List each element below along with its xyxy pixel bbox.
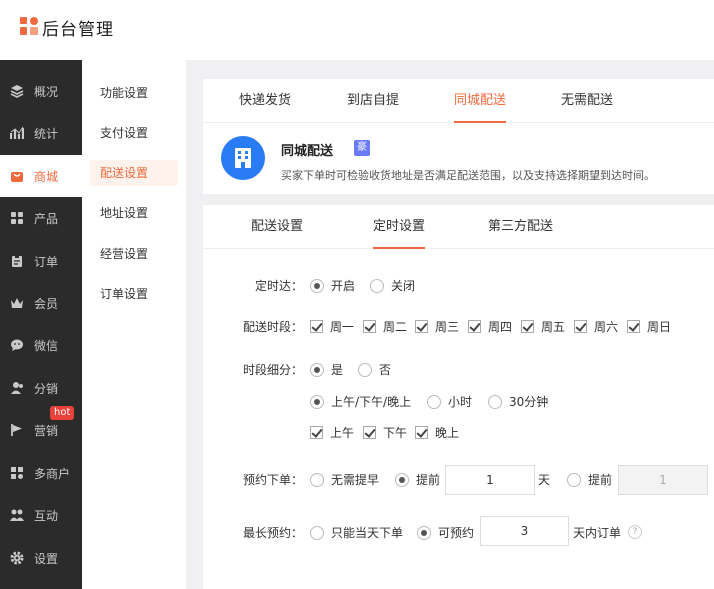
submenu-item-delivery[interactable]: 配送设置	[90, 160, 178, 186]
split-label: 时段细分：	[242, 363, 303, 377]
sidebar-item-products[interactable]: 产品	[0, 197, 82, 239]
timed-off-radio[interactable]: 关闭	[370, 277, 415, 294]
period-morning-checkbox[interactable]: 上午	[310, 424, 354, 441]
submenu-item-order[interactable]: 订单设置	[90, 281, 178, 307]
hot-badge: hot	[50, 406, 75, 420]
tab-same-city[interactable]: 同城配送	[454, 79, 507, 123]
sidebar-item-settings[interactable]: 设置	[0, 537, 82, 579]
active-tab-underline	[373, 247, 426, 249]
chart-icon	[10, 126, 24, 140]
tab-timed-settings[interactable]: 定时设置	[373, 205, 426, 249]
settings-card: 配送设置 定时设置 第三方配送 定时达： 开启 关闭 配送时段： 周一 周二 周…	[203, 205, 714, 589]
app-title: 后台管理	[42, 20, 114, 40]
service-title: 同城配送	[281, 144, 334, 159]
sidebar-item-wechat[interactable]: 微信	[0, 324, 82, 366]
grid-icon	[10, 211, 24, 225]
longest-label: 最长预约：	[242, 526, 303, 540]
day-sun-checkbox[interactable]: 周日	[627, 318, 671, 335]
timed-label: 定时达：	[254, 279, 303, 293]
sidebar-item-label: 产品	[34, 211, 59, 226]
period-afternoon-checkbox[interactable]: 下午	[363, 424, 407, 441]
granularity-ampm-radio[interactable]: 上午/下午/晚上	[310, 393, 411, 410]
main-sidebar: 概况 统计 商城 产品 订单 会员 微信 分销 营销 多商户 互动 设置	[0, 60, 82, 589]
sidebar-item-label: 微信	[34, 338, 59, 353]
advance-days-radio[interactable]: 提前	[395, 471, 440, 488]
sidebar-item-label: 设置	[34, 551, 59, 566]
days-label: 配送时段：	[242, 320, 303, 334]
advance-other-radio[interactable]: 提前	[567, 471, 612, 488]
day-wed-checkbox[interactable]: 周三	[415, 318, 459, 335]
advance-label: 预约下单：	[242, 473, 303, 487]
split-yes-radio[interactable]: 是	[310, 361, 343, 378]
sidebar-item-members[interactable]: 会员	[0, 282, 82, 324]
delivery-tabs: 快递发货 到店自提 同城配送 无需配送	[203, 79, 714, 123]
tab-pickup[interactable]: 到店自提	[347, 79, 399, 123]
granularity-hour-radio[interactable]: 小时	[427, 393, 472, 410]
active-tab-underline	[454, 121, 507, 123]
advance-days-unit: 天	[538, 473, 551, 487]
wechat-icon	[10, 338, 24, 352]
store-icon	[10, 466, 24, 480]
users-icon	[10, 381, 24, 395]
longest-days-input[interactable]: 3	[480, 516, 569, 546]
interact-icon	[10, 508, 24, 522]
tab-delivery-settings[interactable]: 配送设置	[251, 205, 303, 249]
sidebar-item-label: 分销	[34, 381, 59, 396]
sub-menu: 功能设置 支付设置 配送设置 地址设置 经营设置 订单设置	[82, 60, 186, 589]
shop-icon	[10, 169, 24, 183]
longest-today-radio[interactable]: 只能当天下单	[310, 524, 403, 541]
split-no-radio[interactable]: 否	[358, 361, 391, 378]
sidebar-item-stats[interactable]: 统计	[0, 112, 82, 154]
service-badge: 豪	[354, 140, 370, 156]
longest-suffix: 天内订单	[573, 526, 622, 540]
sidebar-item-label: 营销	[34, 423, 59, 438]
sidebar-item-interaction[interactable]: 互动	[0, 494, 82, 536]
timed-on-radio[interactable]: 开启	[310, 277, 355, 294]
sidebar-item-distribution[interactable]: 分销	[0, 367, 82, 409]
sidebar-item-orders[interactable]: 订单	[0, 240, 82, 282]
tab-third-party[interactable]: 第三方配送	[488, 205, 553, 249]
advance-days-input[interactable]: 1	[445, 465, 535, 495]
logo-icon	[20, 17, 38, 35]
sidebar-item-label: 互动	[34, 508, 59, 523]
advance-none-radio[interactable]: 无需提早	[310, 471, 379, 488]
day-sat-checkbox[interactable]: 周六	[574, 318, 618, 335]
delivery-card: 快递发货 到店自提 同城配送 无需配送 同城配送 豪 买家下单时可检验收货地址是…	[203, 79, 714, 194]
day-mon-checkbox[interactable]: 周一	[310, 318, 354, 335]
submenu-item-function[interactable]: 功能设置	[90, 80, 178, 106]
top-header: 后台管理	[0, 0, 714, 60]
day-fri-checkbox[interactable]: 周五	[521, 318, 565, 335]
submenu-item-address[interactable]: 地址设置	[90, 200, 178, 226]
sidebar-item-label: 会员	[34, 296, 59, 311]
flag-icon	[10, 423, 24, 437]
day-tue-checkbox[interactable]: 周二	[363, 318, 407, 335]
sidebar-item-label: 订单	[34, 254, 59, 269]
granularity-30min-radio[interactable]: 30分钟	[488, 393, 548, 410]
sidebar-item-multi-merchant[interactable]: 多商户	[0, 452, 82, 494]
sidebar-item-mall[interactable]: 商城	[0, 155, 82, 197]
help-icon[interactable]: ?	[628, 525, 642, 539]
building-icon	[221, 136, 265, 180]
sidebar-item-label: 概况	[34, 84, 59, 99]
longest-can-radio[interactable]: 可预约	[417, 524, 474, 541]
day-thu-checkbox[interactable]: 周四	[468, 318, 512, 335]
crown-icon	[10, 296, 24, 310]
sidebar-item-overview[interactable]: 概况	[0, 70, 82, 112]
submenu-item-payment[interactable]: 支付设置	[90, 120, 178, 146]
tab-express[interactable]: 快递发货	[239, 79, 291, 123]
clipboard-icon	[10, 254, 24, 268]
period-evening-checkbox[interactable]: 晚上	[415, 424, 459, 441]
submenu-item-business[interactable]: 经营设置	[90, 241, 178, 267]
tab-no-delivery[interactable]: 无需配送	[561, 79, 613, 123]
service-description: 买家下单时可检验收货地址是否满足配送范围，以及支持选择期望到达时间。	[281, 169, 655, 182]
advance-other-input[interactable]: 1	[618, 465, 708, 495]
config-tabs: 配送设置 定时设置 第三方配送	[203, 205, 714, 249]
sidebar-item-label: 多商户	[34, 466, 71, 481]
layers-icon	[10, 84, 24, 98]
gear-icon	[10, 551, 24, 565]
sidebar-item-label: 商城	[34, 169, 59, 184]
sidebar-item-label: 统计	[34, 126, 59, 141]
